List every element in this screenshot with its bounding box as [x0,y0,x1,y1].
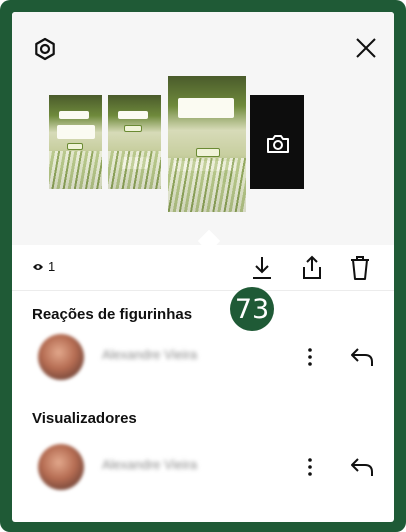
settings-gear-icon[interactable] [32,36,58,62]
more-options-icon[interactable] [300,344,320,370]
share-icon[interactable] [300,254,324,282]
viewer-row[interactable]: Alexandre Vieira [12,330,394,384]
eye-icon [33,263,43,270]
reply-icon[interactable] [348,455,376,479]
download-icon[interactable] [250,254,274,282]
reactions-section-title: Reações de figurinhas [32,306,193,323]
story-viewers-panel: 1 Reações de figurinhas Alexandre Vieira… [12,12,394,522]
viewers-count[interactable]: 1 [32,259,55,274]
camera-icon[interactable] [265,133,291,155]
viewers-section-title: Visualizadores [32,410,137,427]
username[interactable]: Alexandre Vieira [102,347,197,362]
trash-icon[interactable] [348,254,372,282]
viewer-row[interactable]: Alexandre Vieira [12,440,394,494]
close-icon[interactable] [352,34,380,62]
story-thumbnail-selected[interactable] [168,76,246,212]
story-preview-area [12,12,394,253]
viewers-count-value: 1 [48,259,56,274]
username[interactable]: Alexandre Vieira [102,457,197,472]
avatar[interactable] [38,444,84,490]
reply-icon[interactable] [348,345,376,369]
annotation-number-badge: 73 [230,287,274,331]
more-options-icon[interactable] [300,454,320,480]
story-actions-bar: 1 [12,245,394,291]
avatar[interactable] [38,334,84,380]
story-thumbnail-1[interactable] [49,95,102,189]
story-thumbnail-2[interactable] [108,95,161,189]
